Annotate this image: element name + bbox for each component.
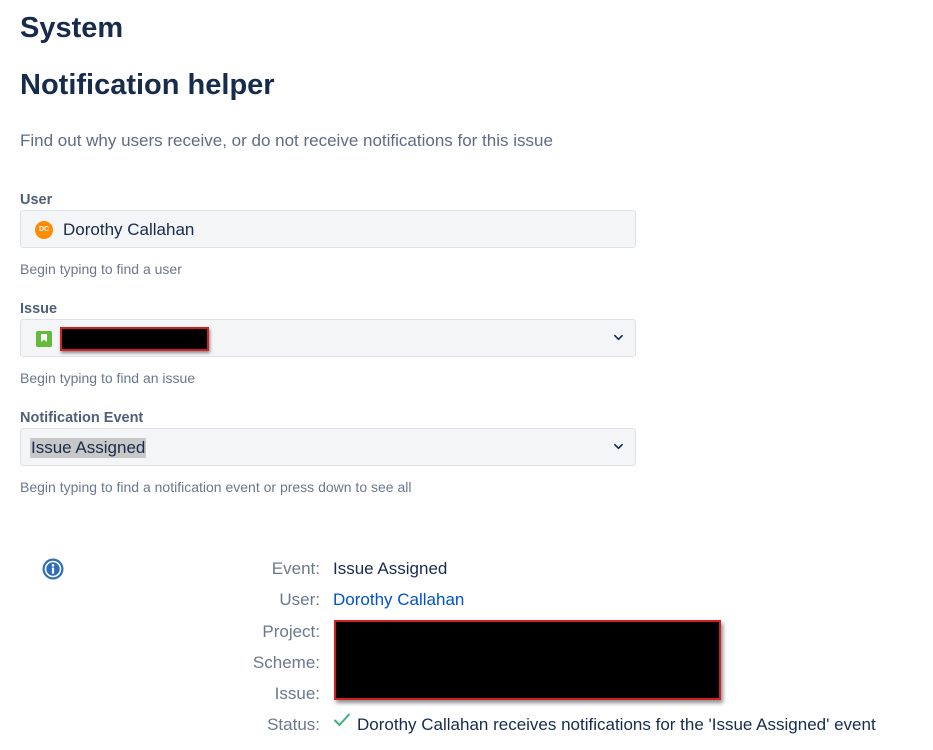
- story-icon: [36, 331, 52, 347]
- notification-helper-page: System Notification helper Find out why …: [0, 0, 933, 750]
- result-event-value: Issue Assigned: [333, 559, 448, 578]
- user-picker[interactable]: DC Dorothy Callahan: [20, 210, 636, 248]
- redacted-result-details: [334, 620, 721, 700]
- user-picker-value: Dorothy Callahan: [63, 220, 195, 239]
- result-user-link[interactable]: Dorothy Callahan: [333, 590, 464, 610]
- user-field-label: User: [20, 192, 53, 208]
- result-event-label: Event:: [271, 559, 320, 578]
- result-status-label: Status:: [267, 715, 320, 734]
- user-field-hint: Begin typing to find a user: [20, 261, 182, 277]
- section-title: System: [20, 12, 124, 44]
- redacted-issue-value: [60, 327, 209, 351]
- result-user-label: User:: [279, 590, 320, 609]
- issue-field-label: Issue: [20, 301, 58, 317]
- avatar: DC: [35, 221, 53, 239]
- event-field-label: Notification Event: [20, 410, 144, 426]
- event-field-hint: Begin typing to find a notification even…: [20, 479, 412, 495]
- event-select-value: Issue Assigned: [30, 438, 147, 458]
- check-icon: [334, 713, 350, 726]
- intro-text: Find out why users receive, or do not re…: [20, 131, 553, 150]
- chevron-down-icon[interactable]: [614, 333, 623, 342]
- result-scheme-label: Scheme:: [252, 653, 320, 672]
- event-select[interactable]: Issue Assigned: [20, 428, 636, 466]
- page-title: Notification helper: [20, 69, 275, 101]
- result-status-value: Dorothy Callahan receives notifications …: [357, 715, 876, 734]
- chevron-down-icon[interactable]: [614, 442, 623, 451]
- result-project-label: Project:: [262, 622, 320, 641]
- result-issue-label: Issue:: [274, 684, 320, 703]
- issue-field-hint: Begin typing to find an issue: [20, 370, 196, 386]
- issue-picker[interactable]: [20, 319, 636, 357]
